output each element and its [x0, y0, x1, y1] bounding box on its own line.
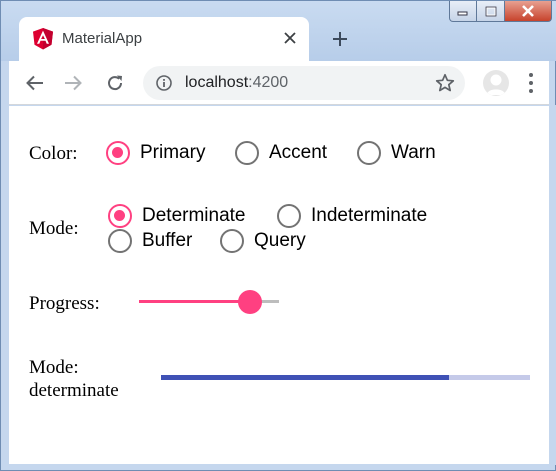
url-port: :4200 [248, 74, 289, 91]
minimize-button[interactable] [449, 1, 477, 22]
window-close-button[interactable] [505, 1, 552, 22]
radio-unchecked-icon [108, 229, 132, 253]
color-radio-primary[interactable]: Primary [106, 140, 205, 166]
browser-tab[interactable]: MaterialApp [19, 17, 309, 61]
window-border-left [1, 105, 9, 465]
maximize-icon [485, 6, 496, 16]
mode-radio-buffer[interactable]: Buffer [108, 228, 192, 254]
url-text: localhost:4200 [185, 74, 288, 92]
angular-icon [33, 28, 53, 50]
radio-label: Warn [391, 142, 436, 163]
slider-thumb[interactable] [238, 290, 262, 314]
back-button[interactable] [21, 69, 49, 97]
radio-unchecked-icon [235, 141, 259, 165]
slider-track-active [139, 300, 250, 303]
plus-icon [333, 32, 347, 46]
reload-icon [108, 75, 123, 91]
progress-slider[interactable] [139, 288, 279, 316]
tab-close-button[interactable] [281, 29, 299, 47]
window-border-right [549, 105, 556, 465]
mode-radio-determinate[interactable]: Determinate [108, 203, 246, 229]
color-radio-accent[interactable]: Accent [235, 140, 327, 166]
arrow-forward-icon [65, 75, 82, 91]
bar-mode-label: Mode: [29, 357, 79, 378]
radio-label: Indeterminate [311, 205, 428, 226]
url-host: localhost [185, 74, 249, 91]
close-icon [522, 5, 534, 17]
radio-unchecked-icon [357, 141, 381, 165]
profile-avatar[interactable] [483, 70, 509, 96]
radio-label: Query [254, 230, 306, 251]
forward-button[interactable] [59, 69, 87, 97]
color-radio-warn[interactable]: Warn [357, 140, 436, 166]
new-tab-button[interactable] [323, 23, 357, 55]
radio-label: Accent [269, 142, 328, 163]
radio-checked-icon [106, 141, 130, 165]
window-controls [449, 1, 552, 23]
maximize-button[interactable] [477, 1, 505, 22]
info-icon [156, 75, 172, 91]
reload-button[interactable] [101, 69, 129, 97]
progress-label: Progress: [29, 293, 100, 314]
progress-bar-fill [161, 375, 449, 380]
color-label: Color: [29, 143, 78, 164]
radio-label: Primary [140, 142, 206, 163]
page-content: Color: Primary Accent Warn Mode: Determi… [9, 106, 549, 464]
radio-label: Buffer [142, 230, 193, 251]
radio-unchecked-icon [220, 229, 244, 253]
progress-bar [161, 375, 530, 380]
more-vert-icon[interactable] [527, 71, 535, 95]
radio-label: Determinate [142, 205, 246, 226]
close-icon [284, 32, 296, 44]
radio-checked-icon [108, 204, 132, 228]
address-bar[interactable]: localhost:4200 [143, 66, 465, 100]
mode-radio-query[interactable]: Query [220, 228, 306, 254]
browser-toolbar: localhost:4200 [9, 61, 549, 105]
radio-unchecked-icon [277, 204, 301, 228]
mode-label: Mode: [29, 218, 79, 239]
bar-mode-value: determinate [29, 380, 119, 401]
mode-radio-indeterminate[interactable]: Indeterminate [277, 203, 427, 229]
tab-title: MaterialApp [62, 30, 143, 47]
star-icon[interactable] [435, 73, 455, 93]
profile-icon [486, 74, 506, 95]
minimize-icon [457, 11, 468, 16]
title-bar: MaterialApp [1, 1, 556, 61]
arrow-back-icon [26, 75, 43, 91]
browser-window: MaterialApp localhost:4200 Color: Primar… [0, 0, 556, 471]
